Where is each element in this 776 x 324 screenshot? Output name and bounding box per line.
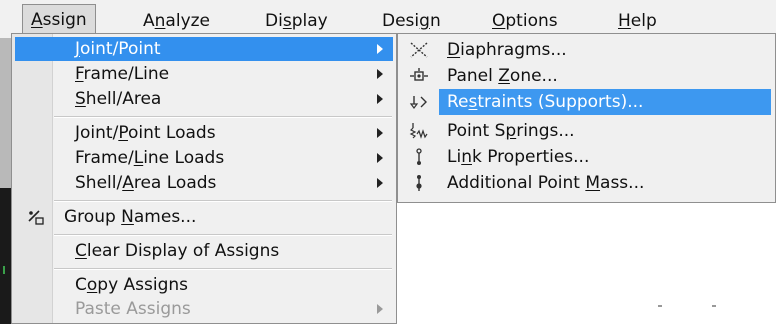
background-artifact bbox=[712, 305, 716, 307]
background-marker bbox=[3, 266, 5, 274]
menu-item-frame-line[interactable]: Frame/Line bbox=[15, 62, 393, 86]
submenu-arrow-icon bbox=[377, 178, 383, 188]
submenu-item-panel-zone[interactable]: Panel Zone... bbox=[400, 63, 771, 89]
menu-separator bbox=[54, 200, 392, 202]
menu-item-paste-assigns[interactable]: Paste Assigns bbox=[15, 297, 393, 321]
submenu-arrow-icon bbox=[377, 153, 383, 163]
background-artifact bbox=[658, 305, 662, 307]
point-mass-icon bbox=[416, 175, 422, 191]
menu-item-frame-line-loads[interactable]: Frame/Line Loads bbox=[15, 146, 393, 170]
menu-item-group-names[interactable]: Group Names... bbox=[15, 205, 393, 229]
diaphragm-icon bbox=[410, 42, 428, 58]
panel-zone-icon bbox=[410, 68, 428, 81]
menu-item-clear-display-of-assigns[interactable]: Clear Display of Assigns bbox=[15, 239, 393, 263]
submenu-item-additional-point-mass[interactable]: Additional Point Mass... bbox=[400, 170, 771, 196]
menu-item-shell-area[interactable]: Shell/Area bbox=[15, 87, 393, 111]
menu-item-joint-point-loads[interactable]: Joint/Point Loads bbox=[15, 121, 393, 145]
menu-display[interactable]: Display bbox=[257, 9, 336, 33]
link-properties-icon bbox=[416, 148, 422, 165]
submenu-arrow-icon bbox=[377, 128, 383, 138]
submenu-item-restraints[interactable]: Restraints (Supports)... bbox=[400, 89, 771, 115]
menu-separator bbox=[54, 268, 392, 270]
menu-help[interactable]: Help bbox=[610, 9, 665, 33]
submenu-item-link-properties[interactable]: Link Properties... bbox=[400, 144, 771, 170]
menu-design[interactable]: Design bbox=[374, 9, 449, 33]
menu-separator bbox=[54, 234, 392, 236]
submenu-item-diaphragms[interactable]: Diaphragms... bbox=[400, 37, 771, 63]
restraints-icon bbox=[409, 96, 427, 109]
submenu-arrow-icon bbox=[377, 44, 383, 54]
point-springs-icon bbox=[409, 123, 428, 139]
background-window-edge bbox=[0, 38, 11, 324]
joint-point-submenu: Diaphragms... Panel Zone... Restraints (… bbox=[397, 33, 776, 203]
assign-dropdown-menu: Joint/Point Frame/Line Shell/Area Joint/… bbox=[11, 33, 397, 324]
menu-item-joint-point[interactable]: Joint/Point bbox=[15, 37, 393, 61]
submenu-arrow-icon bbox=[377, 94, 383, 104]
submenu-arrow-icon bbox=[377, 69, 383, 79]
menu-item-copy-assigns[interactable]: Copy Assigns bbox=[15, 273, 393, 297]
menu-separator bbox=[54, 116, 392, 118]
submenu-arrow-icon bbox=[377, 304, 383, 314]
group-names-icon bbox=[28, 210, 44, 225]
submenu-item-point-springs[interactable]: Point Springs... bbox=[400, 118, 771, 144]
menu-analyze[interactable]: Analyze bbox=[135, 9, 218, 33]
menu-options[interactable]: Options bbox=[484, 9, 566, 33]
menu-item-shell-area-loads[interactable]: Shell/Area Loads bbox=[15, 171, 393, 195]
